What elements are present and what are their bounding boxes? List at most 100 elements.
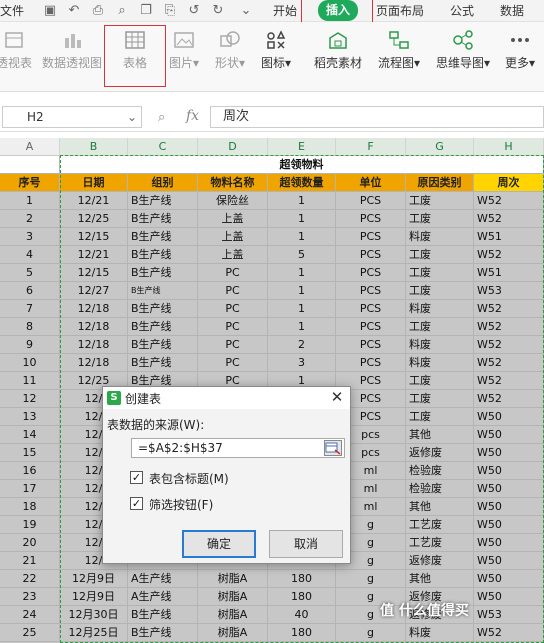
picture-button[interactable]: 图片▾ [166,30,202,71]
table-cell[interactable]: 24 [0,606,60,624]
header-cell[interactable]: 原因类别 [406,174,474,192]
table-cell[interactable]: PCS [336,264,406,282]
table-cell[interactable]: 180 [268,570,336,588]
table-cell[interactable]: PC [198,300,268,318]
table-cell[interactable]: 返修废 [406,552,474,570]
table-cell[interactable]: 12/18 [60,354,128,372]
table-cell[interactable]: 料废 [406,300,474,318]
table-cell[interactable]: 工艺废 [406,516,474,534]
table-cell[interactable]: 树脂A [198,570,268,588]
table-cell[interactable]: W52 [474,318,544,336]
table-cell[interactable]: B生产线 [128,246,198,264]
table-cell[interactable]: PCS [336,210,406,228]
table-cell[interactable]: 12/21 [60,246,128,264]
table-cell[interactable]: 料废 [406,228,474,246]
flowchart-button[interactable]: 流程图▾ [374,30,424,71]
table-cell[interactable]: 5 [0,264,60,282]
filter-checkbox[interactable]: ✓ [130,497,143,510]
icon-library-button[interactable]: 图标▾ [256,30,296,71]
header-cell[interactable]: 日期 [60,174,128,192]
table-cell[interactable]: 3 [268,354,336,372]
header-cell[interactable]: 单位 [336,174,406,192]
table-cell[interactable]: W50 [474,462,544,480]
docer-material-button[interactable]: 稻壳素材 [310,30,366,71]
tab-page-layout[interactable]: 页面布局 [376,3,424,19]
tab-data[interactable]: 数据 [500,3,524,19]
table-cell[interactable]: 检验废 [406,462,474,480]
table-cell[interactable]: 1 [268,192,336,210]
table-cell[interactable]: 1 [268,264,336,282]
table-cell[interactable]: PC [198,264,268,282]
column-header-d[interactable]: D [198,138,268,156]
table-cell[interactable]: 15 [0,444,60,462]
table-cell[interactable]: 19 [0,516,60,534]
table-cell[interactable]: 14 [0,426,60,444]
table-cell[interactable]: 上盖 [198,210,268,228]
table-cell[interactable]: 其他 [406,570,474,588]
table-cell[interactable]: 16 [0,462,60,480]
table-cell[interactable]: PCS [336,192,406,210]
table-cell[interactable]: W51 [474,264,544,282]
table-cell[interactable]: 12/15 [60,228,128,246]
mindmap-button[interactable]: 思维导图▾ [432,30,494,71]
column-header-h[interactable]: H [474,138,544,156]
table-cell[interactable]: PC [198,354,268,372]
table-cell[interactable]: 树脂A [198,588,268,606]
pivot-chart-button[interactable]: 数据透视图 [42,30,102,71]
table-cell[interactable]: 7 [0,300,60,318]
table-cell[interactable]: 其他 [406,498,474,516]
table-cell[interactable]: PCS [336,300,406,318]
table-cell[interactable]: PCS [336,246,406,264]
table-cell[interactable]: 12月25日 [60,624,128,642]
table-cell[interactable]: B生产线 [128,228,198,246]
table-cell[interactable]: 5 [268,246,336,264]
table-cell[interactable]: 料废 [406,354,474,372]
table-cell[interactable]: 8 [0,318,60,336]
table-cell[interactable]: W52 [474,210,544,228]
table-cell[interactable]: 工废 [406,408,474,426]
table-cell[interactable]: B生产线 [128,282,198,300]
table-cell[interactable]: 工废 [406,210,474,228]
column-header-f[interactable]: F [336,138,406,156]
table-cell[interactable]: W50 [474,426,544,444]
table-cell[interactable]: PC [198,282,268,300]
table-cell[interactable]: 9 [0,336,60,354]
table-cell[interactable]: 180 [268,624,336,642]
table-cell[interactable]: W50 [474,444,544,462]
cancel-button[interactable]: 取消 [269,530,343,558]
table-cell[interactable]: 12/15 [60,264,128,282]
table-cell[interactable]: 12/18 [60,336,128,354]
table-cell[interactable]: PCS [336,318,406,336]
table-cell[interactable]: 1 [268,318,336,336]
table-cell[interactable]: 20 [0,534,60,552]
table-cell[interactable]: 12月30日 [60,606,128,624]
table-cell[interactable]: 17 [0,480,60,498]
table-cell[interactable]: 工废 [406,264,474,282]
header-cell[interactable]: 周次 [474,174,544,192]
table-cell[interactable]: 11 [0,372,60,390]
ok-button[interactable]: 确定 [182,530,256,558]
header-cell[interactable]: 超领数量 [268,174,336,192]
table-cell[interactable]: 检验废 [406,480,474,498]
table-cell[interactable]: 1 [0,192,60,210]
table-cell[interactable]: PCS [336,228,406,246]
table-cell[interactable]: W52 [474,300,544,318]
table-cell[interactable]: B生产线 [128,318,198,336]
table-cell[interactable]: 22 [0,570,60,588]
table-cell[interactable]: 上盖 [198,228,268,246]
table-cell[interactable]: 树脂A [198,624,268,642]
table-cell[interactable]: 12/21 [60,192,128,210]
table-cell[interactable]: W50 [474,570,544,588]
table-cell[interactable]: B生产线 [128,264,198,282]
table-cell[interactable]: 1 [268,210,336,228]
table-cell[interactable]: 工废 [406,372,474,390]
table-cell[interactable]: W50 [474,480,544,498]
undo-icon[interactable]: ↺ [186,3,202,19]
tab-formulas[interactable]: 公式 [450,3,474,19]
table-cell[interactable]: 18 [0,498,60,516]
table-cell[interactable]: 1 [268,300,336,318]
header-cell[interactable]: 物料名称 [198,174,268,192]
table-cell[interactable]: A生产线 [128,588,198,606]
table-cell[interactable]: A生产线 [128,570,198,588]
table-cell[interactable]: W52 [474,336,544,354]
